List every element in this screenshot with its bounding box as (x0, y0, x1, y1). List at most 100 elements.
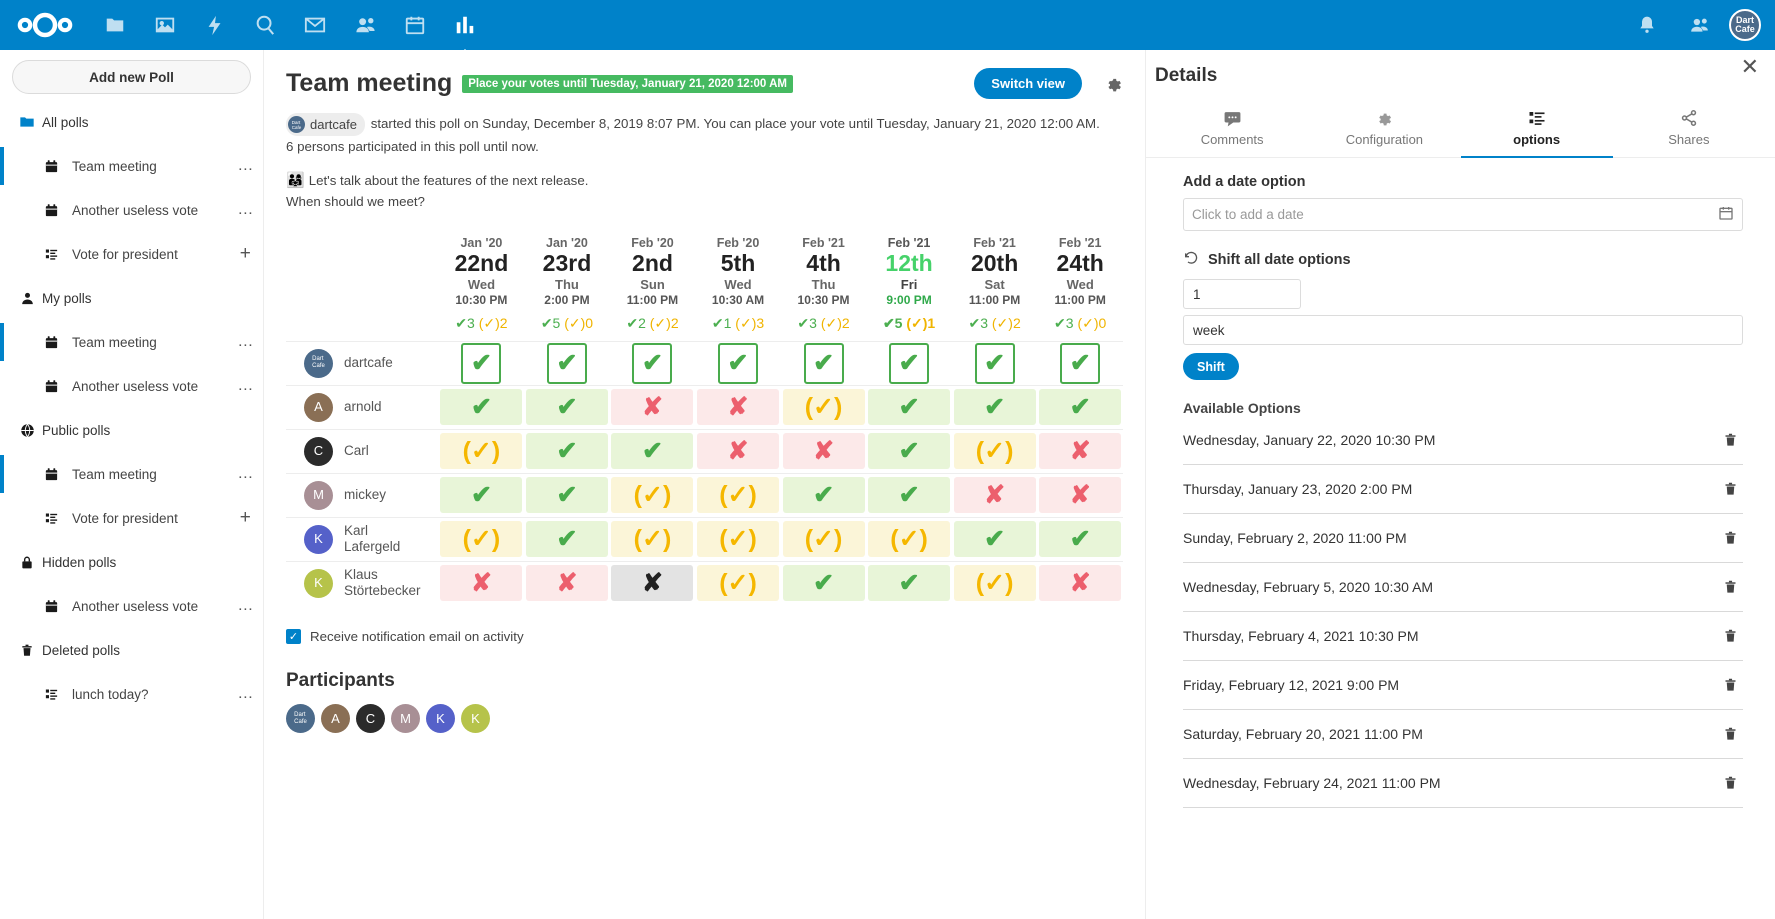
vote-cell[interactable]: ✔ (866, 340, 952, 385)
vote-no-box[interactable]: ✘ (1039, 565, 1122, 602)
vote-no-box[interactable]: ✘ (782, 433, 865, 469)
more-actions-icon[interactable]: … (229, 465, 263, 483)
more-actions-icon[interactable]: … (229, 685, 263, 703)
vote-cell[interactable]: ✔ (1037, 340, 1123, 385)
sidebar-item-vote-for-president[interactable]: Vote for president + (0, 232, 263, 276)
vote-yes-box[interactable]: ✔ (803, 342, 844, 384)
vote-cell[interactable]: ✔ (780, 472, 867, 517)
vote-cell[interactable]: (✓) (866, 516, 952, 561)
sidebar-item-lunch-today[interactable]: lunch today?… (0, 672, 263, 716)
avatar[interactable]: M (391, 704, 420, 733)
vote-cell[interactable]: ✘ (1037, 472, 1123, 517)
sidebar-item-another-useless-vote[interactable]: Another useless vote… (0, 364, 263, 408)
vote-cell[interactable]: ✔ (438, 472, 525, 517)
vote-cell[interactable]: ✔ (866, 472, 952, 517)
vote-maybe-box[interactable]: (✓) (440, 521, 523, 557)
vote-yes-box[interactable]: ✔ (868, 433, 951, 469)
vote-yes-box[interactable]: ✔ (461, 342, 502, 384)
vote-cell[interactable]: ✔ (866, 560, 952, 605)
delete-icon[interactable] (1717, 481, 1743, 497)
tab-shares[interactable]: Shares (1613, 101, 1765, 158)
vote-cell[interactable]: ✘ (609, 560, 696, 605)
vote-maybe-box[interactable]: (✓) (611, 521, 694, 557)
vote-maybe-box[interactable]: (✓) (868, 521, 951, 557)
tab-options[interactable]: options (1460, 101, 1613, 158)
date-option-header[interactable]: Feb '21 20th Sat 11:00 PM (952, 236, 1038, 307)
vote-no-box[interactable]: ✘ (611, 389, 694, 425)
files-icon[interactable] (90, 0, 140, 50)
vote-cell[interactable]: ✘ (951, 472, 1038, 517)
vote-no-box[interactable]: ✘ (697, 389, 780, 425)
vote-no-box[interactable]: ✘ (1039, 433, 1122, 469)
vote-no-box[interactable]: ✘ (611, 565, 694, 602)
vote-cell[interactable]: ✔ (866, 384, 952, 429)
vote-cell[interactable]: ✔ (609, 340, 696, 385)
activity-icon[interactable] (190, 0, 240, 50)
vote-cell[interactable]: (✓) (780, 516, 867, 561)
avatar[interactable]: A (321, 704, 350, 733)
date-option-header[interactable]: Jan '20 22nd Wed 10:30 PM (439, 236, 525, 307)
vote-maybe-box[interactable]: (✓) (697, 477, 780, 513)
sidebar-item-team-meeting[interactable]: Team meeting… (0, 320, 263, 364)
vote-maybe-box[interactable]: (✓) (782, 521, 865, 557)
vote-yes-box[interactable]: ✔ (546, 342, 587, 384)
calendar-icon[interactable] (390, 0, 440, 50)
vote-cell[interactable]: ✘ (695, 428, 781, 473)
vote-cell[interactable]: ✔ (951, 340, 1038, 385)
vote-cell[interactable]: ✘ (438, 560, 525, 605)
vote-maybe-box[interactable]: (✓) (782, 389, 865, 425)
delete-icon[interactable] (1717, 628, 1743, 644)
vote-cell[interactable]: ✔ (866, 428, 952, 473)
vote-cell[interactable]: (✓) (609, 472, 696, 517)
vote-cell[interactable]: ✔ (1037, 384, 1123, 429)
shift-button[interactable]: Shift (1183, 353, 1239, 380)
delete-icon[interactable] (1717, 775, 1743, 791)
vote-cell[interactable]: ✔ (780, 560, 867, 605)
shift-unit-select[interactable]: week (1183, 315, 1743, 345)
vote-cell[interactable]: ✔ (524, 428, 610, 473)
vote-yes-box[interactable]: ✔ (525, 389, 608, 425)
vote-cell[interactable]: ✘ (695, 384, 781, 429)
vote-yes-box[interactable]: ✔ (440, 389, 523, 425)
avatar[interactable]: K (426, 704, 455, 733)
vote-cell[interactable]: ✔ (524, 384, 610, 429)
vote-maybe-box[interactable]: (✓) (953, 433, 1036, 469)
vote-maybe-box[interactable]: (✓) (697, 565, 780, 602)
sidebar-item-team-meeting[interactable]: Team meeting… (0, 144, 263, 188)
vote-cell[interactable]: ✔ (438, 340, 525, 385)
close-icon[interactable]: ✕ (1741, 56, 1759, 78)
vote-maybe-box[interactable]: (✓) (611, 477, 694, 513)
vote-cell[interactable]: (✓) (609, 516, 696, 561)
sidebar-item-another-useless-vote[interactable]: Another useless vote… (0, 188, 263, 232)
more-actions-icon[interactable]: … (229, 157, 263, 175)
delete-icon[interactable] (1717, 530, 1743, 546)
vote-cell[interactable]: ✔ (609, 428, 696, 473)
vote-cell[interactable]: ✘ (1037, 560, 1123, 605)
vote-cell[interactable]: ✘ (780, 428, 867, 473)
vote-cell[interactable]: ✔ (438, 384, 525, 429)
add-date-input[interactable]: Click to add a date (1183, 198, 1743, 231)
contacts-icon[interactable] (340, 0, 390, 50)
polls-icon[interactable] (440, 0, 490, 59)
vote-cell[interactable]: (✓) (438, 516, 525, 561)
vote-cell[interactable]: (✓) (438, 428, 525, 473)
sidebar-item-vote-for-president[interactable]: Vote for president + (0, 496, 263, 540)
photos-icon[interactable] (140, 0, 190, 50)
vote-yes-box[interactable]: ✔ (718, 342, 759, 384)
vote-cell[interactable]: ✔ (780, 340, 867, 385)
vote-cell[interactable]: (✓) (780, 384, 867, 429)
vote-cell[interactable]: ✔ (524, 340, 610, 385)
contacts-menu-icon[interactable] (1677, 0, 1721, 50)
vote-cell[interactable]: (✓) (695, 516, 781, 561)
vote-no-box[interactable]: ✘ (1039, 477, 1122, 513)
vote-no-box[interactable]: ✘ (953, 477, 1036, 513)
vote-cell[interactable]: ✘ (1037, 428, 1123, 473)
add-icon[interactable]: + (229, 507, 263, 529)
owner-chip[interactable]: Dart Cafe dartcafe (286, 113, 365, 136)
vote-yes-box[interactable]: ✔ (889, 342, 930, 384)
vote-no-box[interactable]: ✘ (525, 565, 608, 602)
sidebar-group-deleted-polls[interactable]: Deleted polls (0, 628, 263, 672)
date-option-header[interactable]: Jan '20 23rd Thu 2:00 PM (524, 236, 610, 307)
vote-yes-box[interactable]: ✔ (782, 477, 865, 513)
vote-yes-box[interactable]: ✔ (868, 565, 951, 602)
